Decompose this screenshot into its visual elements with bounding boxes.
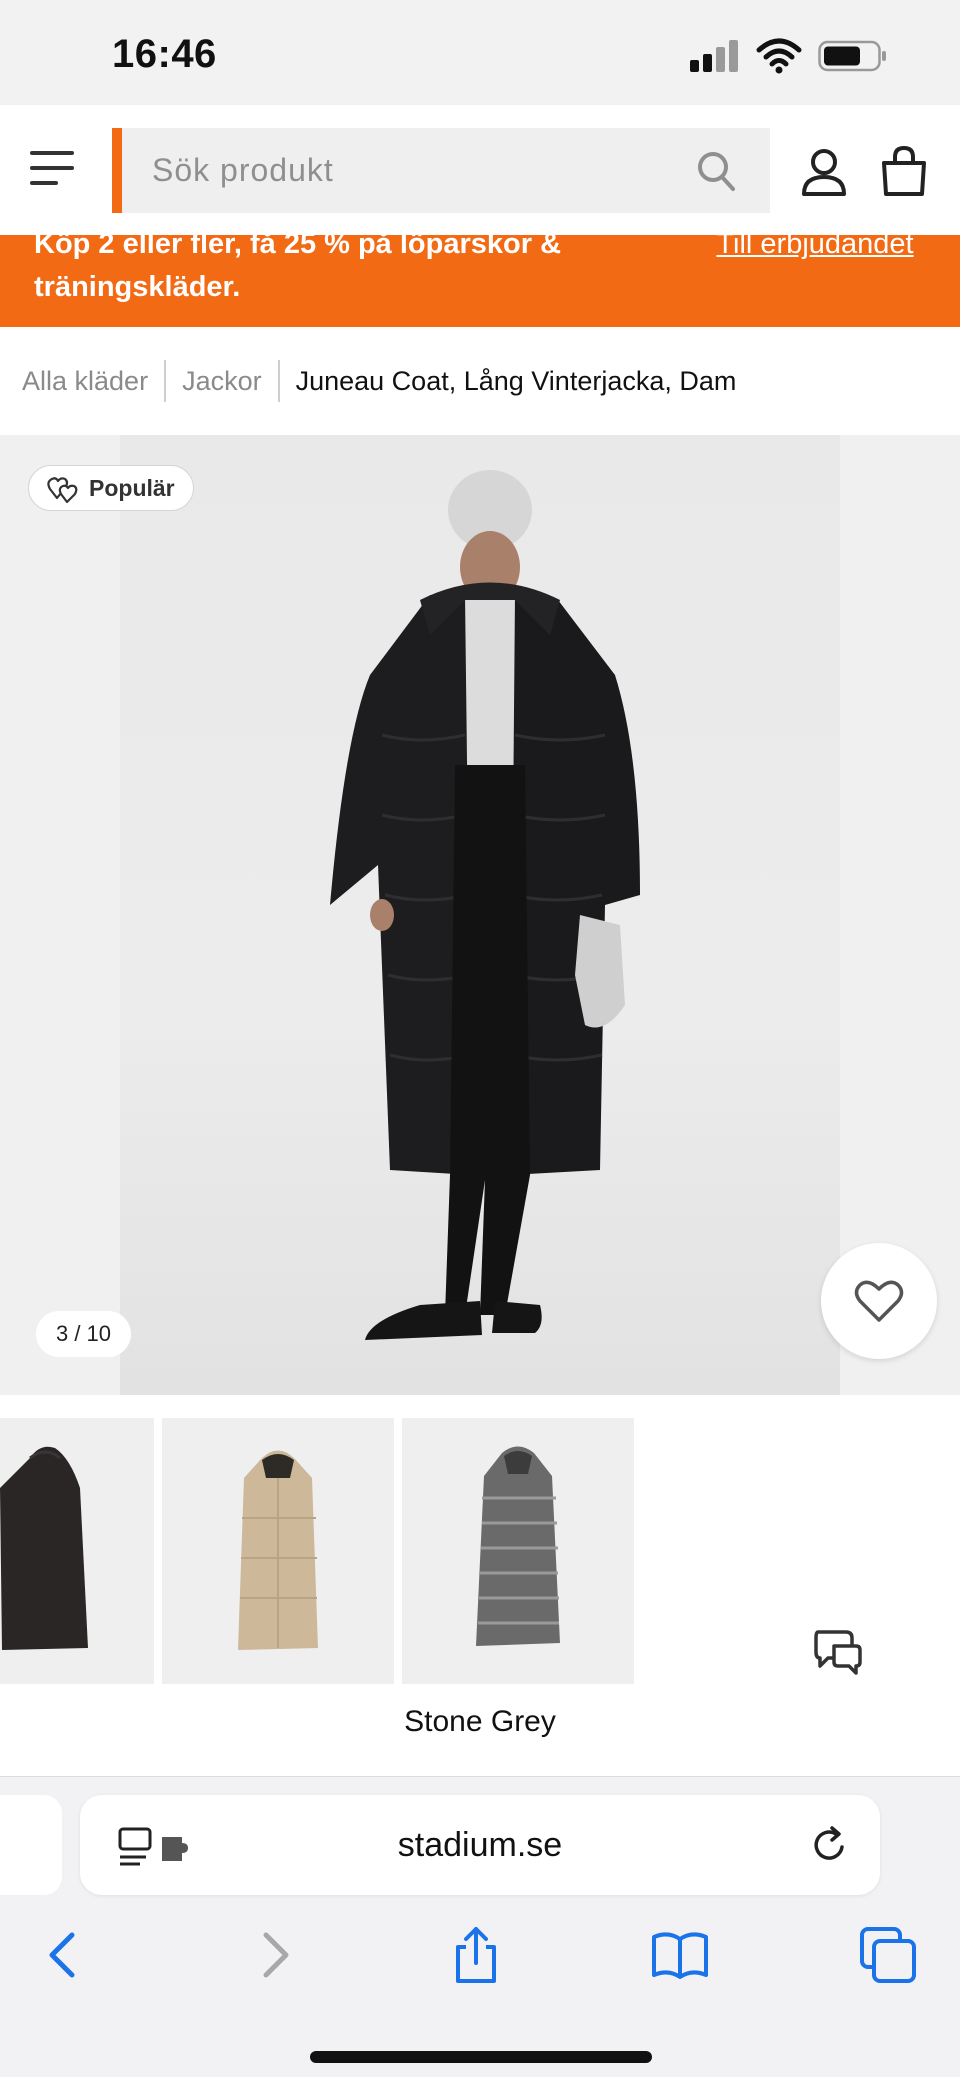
search-bar[interactable]: [112, 128, 770, 213]
breadcrumb-separator: [277, 360, 280, 402]
breadcrumb-separator: [164, 360, 167, 402]
cellular-signal-icon: [690, 40, 742, 72]
breadcrumb: Alla kläder Jackor Juneau Coat, Lång Vin…: [0, 327, 960, 435]
promo-banner: Köp 2 eller fler, få 25 % på löparskor &…: [0, 235, 960, 327]
black-coat-thumbnail: [0, 1446, 88, 1650]
variant-thumbnail[interactable]: [0, 1418, 154, 1684]
battery-icon: [818, 40, 886, 72]
chat-icon[interactable]: [812, 1628, 864, 1676]
promo-text: Köp 2 eller fler, få 25 % på löparskor &…: [34, 235, 562, 303]
product-image-gallery[interactable]: Populär 3 / 10: [0, 435, 960, 1395]
back-icon[interactable]: [34, 1925, 94, 1985]
breadcrumb-item[interactable]: Jackor: [182, 366, 262, 397]
promo-link[interactable]: Till erbjudandet: [700, 235, 930, 266]
search-input[interactable]: [152, 128, 672, 213]
browser-chrome: stadium.se: [0, 1776, 960, 2077]
breadcrumb-current: Juneau Coat, Lång Vinterjacka, Dam: [295, 365, 737, 396]
popular-badge-label: Populär: [89, 475, 175, 501]
share-icon[interactable]: [446, 1925, 506, 1985]
stone-grey-coat-thumbnail: [476, 1446, 560, 1646]
home-indicator: [310, 2051, 652, 2063]
previous-tab[interactable]: [0, 1795, 62, 1895]
address-bar[interactable]: stadium.se: [80, 1795, 880, 1895]
bookmarks-icon[interactable]: [650, 1925, 710, 1985]
tabs-icon[interactable]: [858, 1925, 918, 1985]
hearts-icon: [47, 477, 78, 504]
site-header: [0, 105, 960, 235]
reload-icon[interactable]: [810, 1825, 850, 1865]
selected-color-label: Stone Grey: [404, 1705, 556, 1738]
product-photo: [330, 470, 640, 1340]
variant-thumbnail[interactable]: [402, 1418, 634, 1684]
image-counter: 3 / 10: [36, 1311, 131, 1357]
url-text: stadium.se: [397, 1826, 563, 1864]
status-bar: 16:46: [0, 0, 960, 105]
breadcrumb-item[interactable]: Alla kläder: [22, 366, 148, 397]
hamburger-menu-icon[interactable]: [30, 149, 80, 189]
favorite-button[interactable]: [821, 1243, 937, 1359]
status-time: 16:46: [112, 32, 217, 76]
heart-icon: [854, 1280, 904, 1322]
popular-badge: Populär: [28, 465, 194, 511]
beige-coat-thumbnail: [238, 1450, 318, 1650]
shopping-bag-icon[interactable]: [880, 145, 928, 197]
search-icon[interactable]: [696, 150, 736, 192]
forward-icon[interactable]: [244, 1925, 304, 1985]
user-icon[interactable]: [800, 147, 848, 197]
variant-thumbnail[interactable]: [162, 1418, 394, 1684]
wifi-icon: [756, 38, 802, 74]
